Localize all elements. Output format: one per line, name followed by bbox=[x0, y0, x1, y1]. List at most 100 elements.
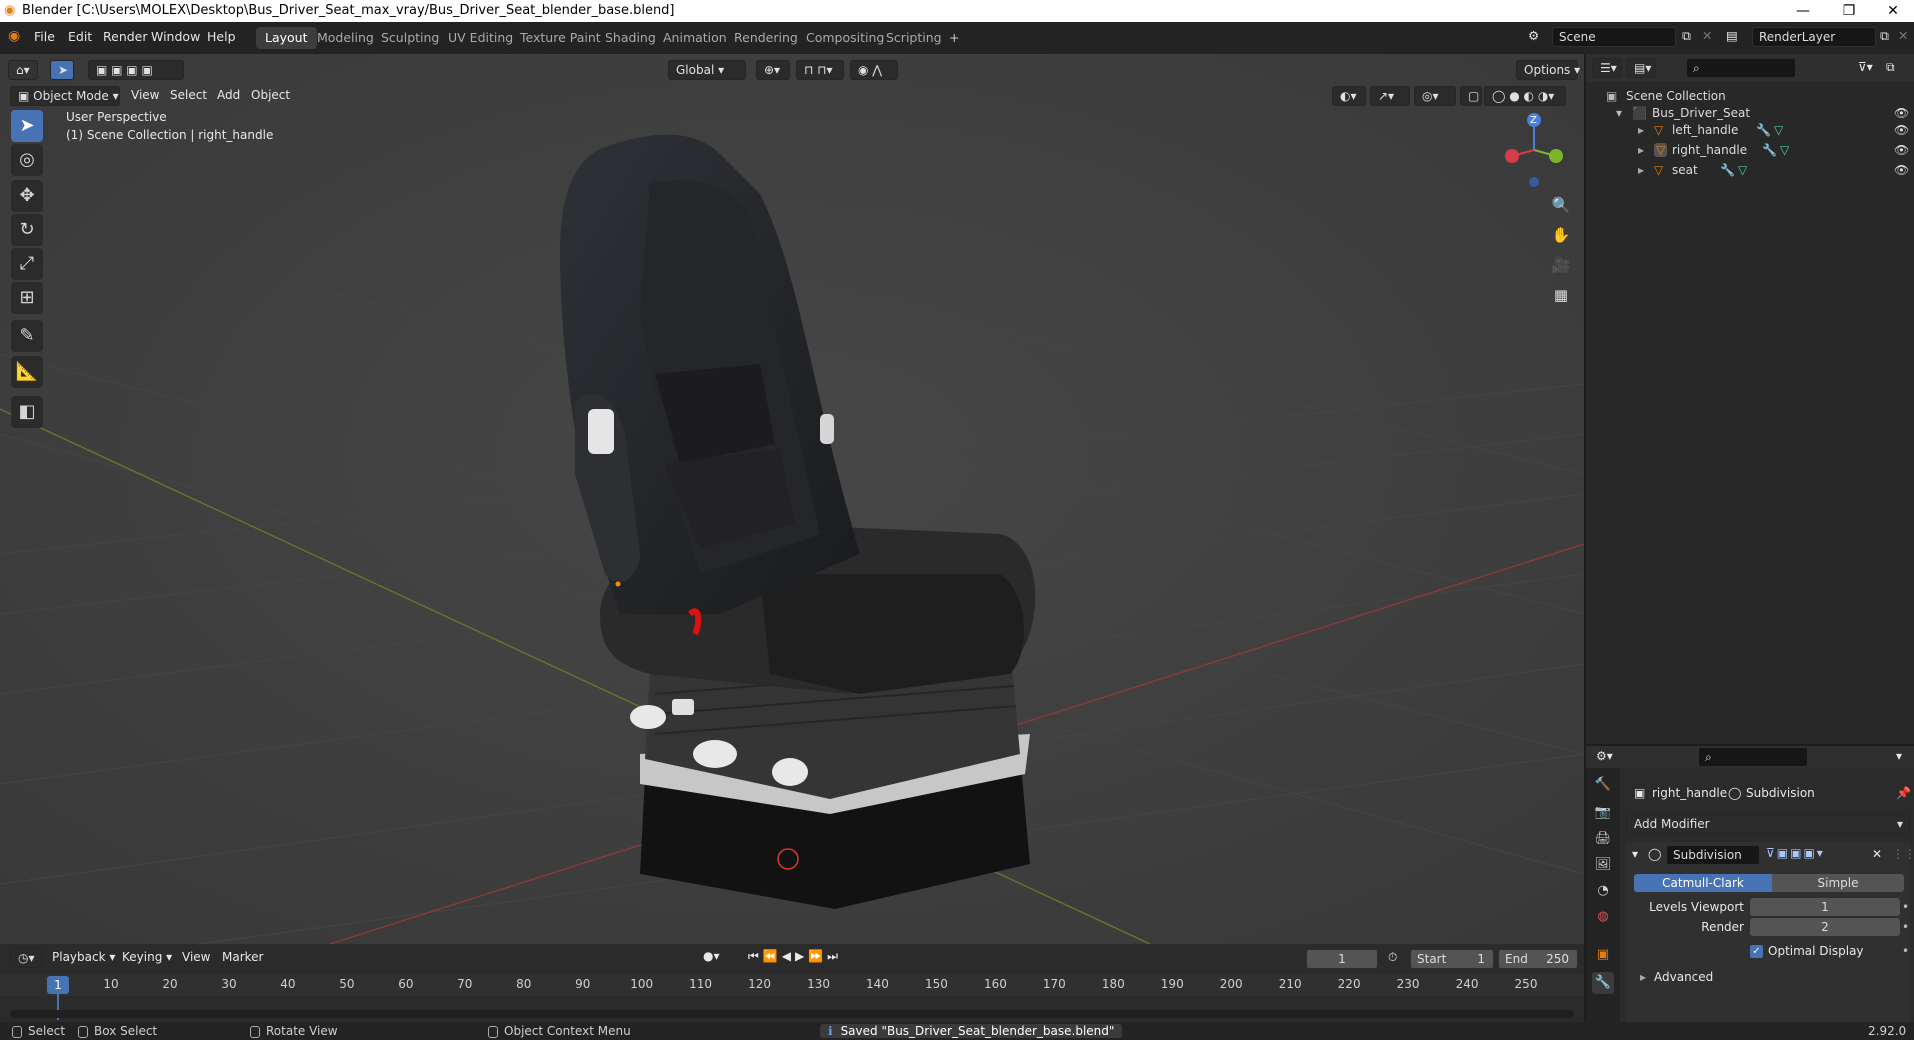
outliner-row-left-handle[interactable]: ▸ ▽ left_handle 🔧 ▽ 👁 bbox=[1586, 120, 1914, 140]
tab-sculpting[interactable]: Sculpting bbox=[372, 27, 448, 49]
blender-menu-icon[interactable]: ◉ bbox=[8, 28, 20, 44]
add-cube-tool-icon[interactable]: ◧ bbox=[11, 396, 43, 428]
auto-keying-icon[interactable]: ●▾ bbox=[703, 949, 720, 963]
menu-render[interactable]: Render bbox=[103, 29, 148, 44]
gizmo-toggle-icon[interactable]: ↗▾ bbox=[1370, 86, 1410, 106]
expand-arrow-icon[interactable]: ▸ bbox=[1638, 123, 1644, 137]
timeline-menu-keying[interactable]: Keying ▾ bbox=[122, 950, 172, 964]
shading-mode-icons[interactable]: ◯ ● ◐ ◑▾ bbox=[1484, 86, 1566, 106]
keyframe-dot-icon[interactable]: • bbox=[1902, 900, 1909, 914]
render-levels-field[interactable]: 2 bbox=[1750, 918, 1900, 936]
timeline-scrollbar[interactable] bbox=[10, 1010, 1574, 1018]
timeline-menu-view[interactable]: View bbox=[182, 950, 210, 964]
timeline-editor-icon[interactable]: ◷▾ bbox=[10, 948, 42, 968]
modifier-name-field[interactable]: Subdivision bbox=[1666, 845, 1760, 865]
tab-animation[interactable]: Animation bbox=[654, 27, 736, 49]
rotate-tool-icon[interactable]: ↻ bbox=[11, 214, 43, 246]
frame-ruler[interactable]: 1 10 20 30 40 50 60 70 80 90 100 110 120 130 140 150 16… bbox=[0, 974, 1584, 996]
pan-hand-icon[interactable]: ✋ bbox=[1548, 222, 1574, 248]
select-mode-icons[interactable]: ▣ ▣ ▣ ▣ bbox=[88, 60, 184, 80]
select-tool-icon[interactable]: ➤ bbox=[50, 60, 74, 80]
drag-handle-icon[interactable]: ⋮⋮ bbox=[1892, 847, 1914, 861]
filter-icon[interactable]: ⊽▾ bbox=[1858, 60, 1873, 74]
current-frame-field[interactable]: 1 bbox=[1306, 949, 1378, 969]
view-layer-tab-icon[interactable]: 🖼 bbox=[1592, 854, 1614, 876]
tab-uv-editing[interactable]: UV Editing bbox=[439, 27, 522, 49]
viewport-menu-view[interactable]: View bbox=[131, 88, 159, 102]
xray-icon[interactable]: ▢ bbox=[1460, 86, 1482, 106]
editor-type-icon[interactable]: ⌂▾ bbox=[8, 60, 38, 80]
annotate-tool-icon[interactable]: ✎ bbox=[11, 320, 43, 352]
mode-selector[interactable]: ▣ Object Mode ▾ bbox=[10, 86, 120, 106]
start-frame-field[interactable]: Start 1 bbox=[1410, 949, 1494, 969]
scene-tab-icon[interactable]: ◔ bbox=[1592, 880, 1614, 902]
object-tab-icon[interactable]: ▣ bbox=[1592, 944, 1614, 966]
menu-window[interactable]: Window bbox=[151, 29, 200, 44]
visibility-icon[interactable]: ◐▾ bbox=[1332, 86, 1366, 106]
scene-selector[interactable]: Scene bbox=[1552, 27, 1676, 47]
move-tool-icon[interactable]: ✥ bbox=[11, 180, 43, 212]
end-frame-field[interactable]: End 250 bbox=[1498, 949, 1578, 969]
perspective-toggle-icon[interactable]: ▦ bbox=[1548, 282, 1574, 308]
menu-edit[interactable]: Edit bbox=[68, 29, 92, 44]
optimal-display-checkbox[interactable]: ✓ bbox=[1750, 945, 1763, 958]
minimize-icon[interactable]: — bbox=[1780, 0, 1826, 22]
simple-button[interactable]: Simple bbox=[1772, 874, 1904, 892]
visibility-eye-icon[interactable]: 👁 bbox=[1894, 123, 1909, 137]
3d-viewport[interactable]: ⌂▾ ➤ ▣ ▣ ▣ ▣ Global ▾ ⊕▾ ⊓ ⊓▾ ◉ ⋀ Option… bbox=[0, 54, 1584, 944]
tab-texture-paint[interactable]: Texture Paint bbox=[511, 27, 610, 49]
zoom-icon[interactable]: 🔍 bbox=[1548, 192, 1574, 218]
properties-options-icon[interactable]: ▾ bbox=[1896, 749, 1902, 763]
visibility-eye-icon[interactable]: 👁 bbox=[1894, 163, 1909, 177]
tool-tab-icon[interactable]: 🔨 bbox=[1592, 774, 1614, 796]
viewport-menu-add[interactable]: Add bbox=[217, 88, 240, 102]
properties-editor-icon[interactable]: ⚙▾ bbox=[1596, 749, 1613, 763]
pivot-icon[interactable]: ⊕▾ bbox=[756, 60, 790, 80]
view-layer-selector[interactable]: RenderLayer bbox=[1752, 27, 1876, 47]
expand-arrow-icon[interactable]: ▸ bbox=[1638, 163, 1644, 177]
options-dropdown[interactable]: Options ▾ bbox=[1516, 60, 1580, 80]
advanced-section-label[interactable]: Advanced bbox=[1654, 970, 1713, 984]
close-window-icon[interactable]: ✕ bbox=[1870, 0, 1914, 22]
world-tab-icon[interactable]: ◍ bbox=[1592, 906, 1614, 928]
render-tab-icon[interactable]: 📷 bbox=[1592, 802, 1614, 824]
viewport-menu-select[interactable]: Select bbox=[170, 88, 207, 102]
menu-file[interactable]: File bbox=[34, 29, 55, 44]
advanced-expand-icon[interactable]: ▸ bbox=[1640, 970, 1646, 984]
menu-help[interactable]: Help bbox=[207, 29, 236, 44]
proportional-edit-icon[interactable]: ◉ ⋀ bbox=[850, 60, 898, 80]
pin-icon[interactable]: 📌 bbox=[1896, 786, 1911, 800]
viewport-menu-object[interactable]: Object bbox=[251, 88, 290, 102]
scale-tool-icon[interactable]: ⤢ bbox=[11, 248, 43, 280]
outliner-editor-icon[interactable]: ☰▾ bbox=[1592, 58, 1622, 78]
outliner-row-right-handle[interactable]: ▸ ▽ right_handle 🔧 ▽ 👁 bbox=[1586, 140, 1914, 160]
catmull-clark-button[interactable]: Catmull-Clark bbox=[1634, 874, 1772, 892]
overlays-icon[interactable]: ◎▾ bbox=[1414, 86, 1456, 106]
modifier-display-toggles-icon[interactable]: ⊽▣▣▣▾ bbox=[1766, 846, 1856, 860]
view-layer-icon[interactable]: ▤ bbox=[1726, 28, 1738, 43]
timeline-menu-marker[interactable]: Marker bbox=[222, 950, 263, 964]
cursor-tool-icon[interactable]: ◎ bbox=[11, 144, 43, 176]
keyframe-dot-icon[interactable]: • bbox=[1902, 920, 1909, 934]
properties-search-input[interactable]: ⌕ bbox=[1698, 747, 1808, 767]
delete-scene-icon[interactable]: ✕ bbox=[1702, 28, 1712, 43]
restore-icon[interactable]: ❐ bbox=[1826, 0, 1872, 22]
playback-controls-icon[interactable]: ⏮⏪◀▶⏩⏭ bbox=[748, 949, 842, 964]
expand-arrow-icon[interactable]: ▾ bbox=[1616, 106, 1622, 120]
transform-tool-icon[interactable]: ⊞ bbox=[11, 282, 43, 314]
visibility-eye-icon[interactable]: 👁 bbox=[1894, 143, 1909, 157]
collapse-arrow-icon[interactable]: ▾ bbox=[1632, 847, 1638, 861]
modifier-tab-icon[interactable]: 🔧 bbox=[1592, 972, 1614, 994]
new-view-layer-icon[interactable]: ⧉ bbox=[1880, 28, 1889, 44]
camera-view-icon[interactable]: 🎥 bbox=[1548, 252, 1574, 278]
output-tab-icon[interactable]: 🖨 bbox=[1592, 828, 1614, 850]
playhead-frame-indicator[interactable]: 1 bbox=[47, 976, 69, 994]
outliner-row-seat[interactable]: ▸ ▽ seat 🔧 ▽ 👁 bbox=[1586, 160, 1914, 180]
expand-arrow-icon[interactable]: ▸ bbox=[1638, 143, 1644, 157]
tab-rendering[interactable]: Rendering bbox=[725, 27, 807, 49]
levels-viewport-field[interactable]: 1 bbox=[1750, 898, 1900, 916]
new-collection-icon[interactable]: ⧉ bbox=[1886, 60, 1895, 75]
display-mode-icon[interactable]: ▤▾ bbox=[1626, 58, 1656, 78]
visibility-eye-icon[interactable]: 👁 bbox=[1894, 106, 1909, 120]
transform-orientation-dropdown[interactable]: Global ▾ bbox=[668, 60, 746, 80]
